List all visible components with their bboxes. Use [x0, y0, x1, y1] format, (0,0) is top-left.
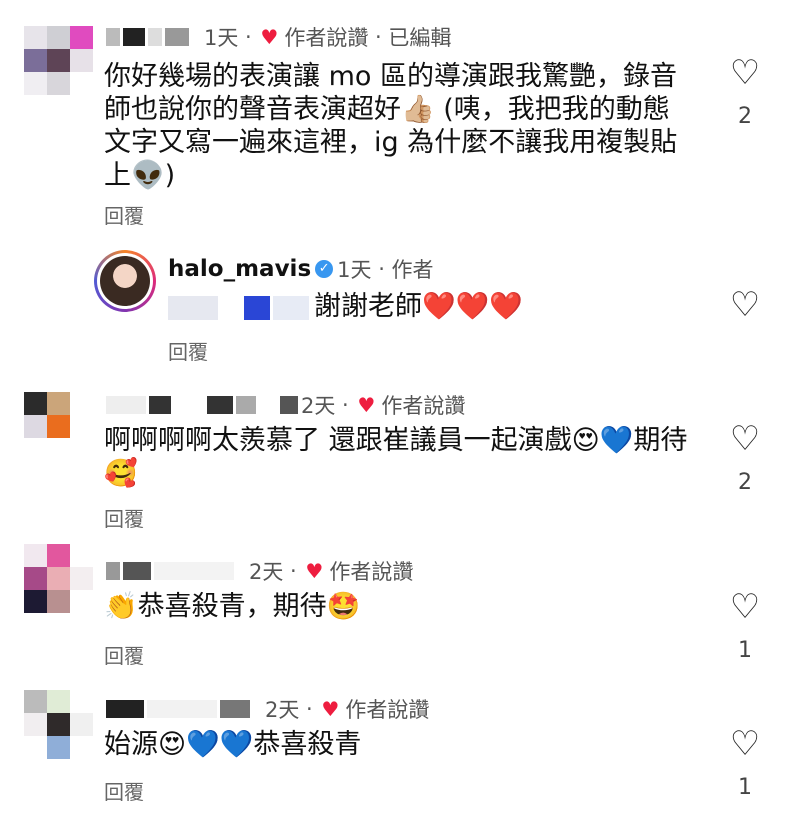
- comment-time: 2天: [265, 698, 300, 722]
- heart-outline-icon[interactable]: ♡: [728, 288, 762, 322]
- comment-time: 1天: [204, 26, 239, 50]
- comment-text: 始源😍💙💙恭喜殺青: [104, 729, 362, 760]
- comment-time: 2天: [301, 394, 336, 418]
- comment-meta: 2天 · ♥ 作者說讚: [106, 694, 429, 724]
- liked-by-author: 作者說讚: [329, 560, 414, 584]
- comment-meta: 1天 · ♥ 作者說讚 · 已編輯: [106, 22, 451, 52]
- avatar[interactable]: [24, 544, 94, 614]
- like-control: ♡ 1: [728, 590, 762, 663]
- author-tag: 作者: [391, 258, 434, 282]
- reply-meta: halo_mavis ✓ 1天 · 作者: [168, 256, 434, 282]
- reply-button[interactable]: 回覆: [104, 200, 144, 229]
- heart-outline-icon[interactable]: ♡: [728, 590, 762, 624]
- avatar[interactable]: [24, 392, 94, 462]
- reply-text: 謝謝老師❤️❤️❤️: [314, 291, 523, 322]
- heart-outline-icon[interactable]: ♡: [728, 422, 762, 456]
- reply-button[interactable]: 回覆: [104, 776, 144, 805]
- reply-button[interactable]: 回覆: [168, 336, 208, 365]
- comment-meta: 2天 · ♥ 作者說讚: [106, 556, 413, 586]
- red-heart-icon: ♥: [357, 393, 376, 417]
- red-heart-icon: ♥: [321, 697, 340, 721]
- like-control: ♡ 2: [728, 422, 762, 495]
- avatar[interactable]: [24, 690, 94, 760]
- like-count: 1: [738, 775, 752, 800]
- heart-outline-icon[interactable]: ♡: [728, 727, 762, 761]
- liked-by-author: 作者說讚: [345, 698, 430, 722]
- reply-time: 1天: [337, 258, 372, 282]
- reply-button[interactable]: 回覆: [104, 640, 144, 669]
- heart-outline-icon[interactable]: ♡: [728, 56, 762, 90]
- comment-text: 啊啊啊啊太羨慕了 還跟崔議員一起演戲😍💙期待🥰: [104, 425, 688, 489]
- avatar[interactable]: [24, 26, 94, 96]
- like-control: ♡ 2: [728, 56, 762, 129]
- red-heart-icon: ♥: [260, 25, 279, 49]
- like-count: 1: [738, 638, 752, 663]
- comment-text: 👏恭喜殺青，期待🤩: [104, 591, 361, 622]
- reply-button[interactable]: 回覆: [104, 503, 144, 532]
- edited-label: 已編輯: [388, 26, 452, 50]
- like-count: 2: [738, 104, 752, 129]
- verified-badge-icon: ✓: [315, 260, 334, 278]
- author-username[interactable]: halo_mavis: [168, 256, 311, 282]
- like-count: 2: [738, 470, 752, 495]
- author-avatar[interactable]: [94, 250, 156, 312]
- comment-time: 2天: [249, 560, 284, 584]
- mention-blur: [168, 296, 312, 320]
- liked-by-author: 作者說讚: [381, 394, 466, 418]
- comment-meta: 2天 · ♥ 作者說讚: [106, 390, 465, 420]
- liked-by-author: 作者說讚: [284, 26, 369, 50]
- like-control: ♡ 1: [728, 727, 762, 800]
- red-heart-icon: ♥: [305, 559, 324, 583]
- like-control: ♡: [728, 288, 762, 322]
- comment-text: 你好幾場的表演讓 mo 區的導演跟我驚艷，錄音師也說你的聲音表演超好👍🏼 (咦，…: [104, 61, 678, 191]
